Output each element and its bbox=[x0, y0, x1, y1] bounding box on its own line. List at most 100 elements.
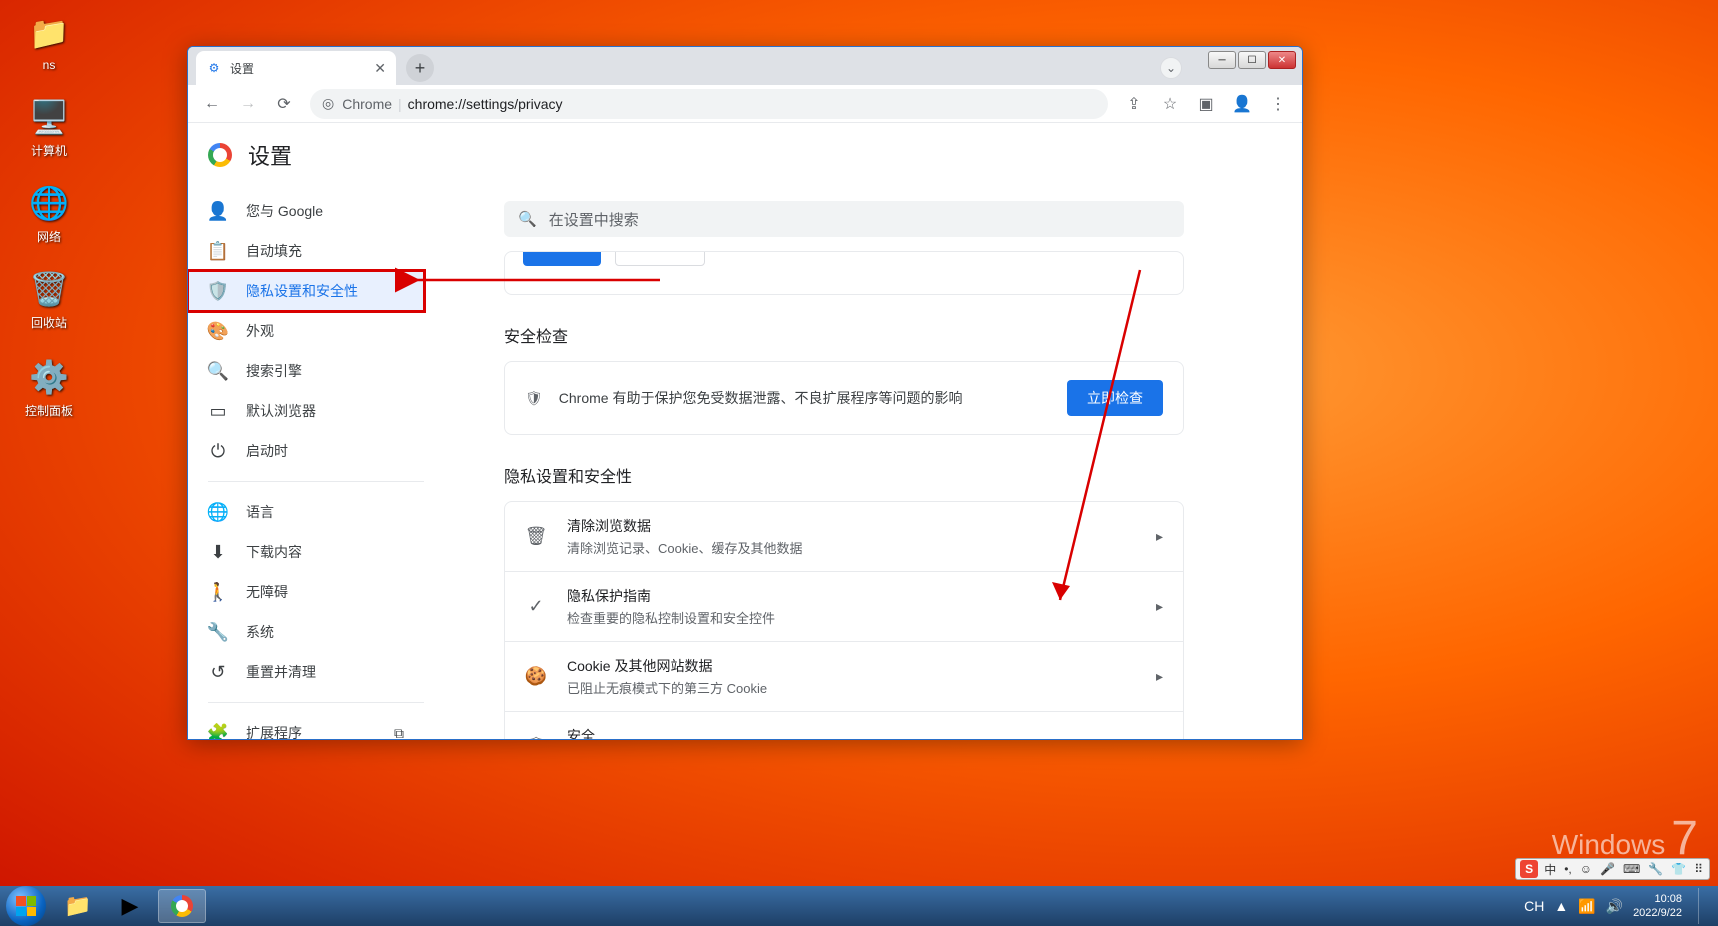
puzzle-icon: 🧩 bbox=[208, 723, 228, 740]
row-privacy-guide[interactable]: ✓隐私保护指南检查重要的隐私控制设置和安全控件▸ bbox=[505, 571, 1183, 641]
forward-button[interactable]: → bbox=[232, 88, 264, 120]
sidebar-item-accessibility[interactable]: 🚶无障碍 bbox=[188, 572, 424, 612]
sidebar-item-default-browser[interactable]: ▭默认浏览器 bbox=[188, 391, 424, 431]
open-external-icon: ⧉ bbox=[394, 725, 404, 740]
section-title-safety: 安全检查 bbox=[504, 323, 1184, 347]
ime-skin-icon[interactable]: 👕 bbox=[1669, 862, 1688, 876]
settings-sidebar: 👤您与 Google 📋自动填充 🛡️隐私设置和安全性 🎨外观 🔍搜索引擎 ▭默… bbox=[188, 187, 444, 739]
sidebar-item-privacy-security[interactable]: 🛡️隐私设置和安全性 bbox=[188, 271, 424, 311]
power-icon: ⏻ bbox=[208, 441, 228, 462]
sidebar-item-system[interactable]: 🔧系统 bbox=[188, 612, 424, 652]
show-desktop-button[interactable] bbox=[1698, 888, 1712, 924]
chevron-right-icon: ▸ bbox=[1156, 598, 1163, 615]
chevron-right-icon: ▸ bbox=[1156, 528, 1163, 545]
desktop-icon-ns[interactable]: 📁ns bbox=[14, 12, 84, 72]
close-button[interactable]: ✕ bbox=[1268, 51, 1296, 69]
ime-lang[interactable]: 中 bbox=[1542, 861, 1558, 878]
tabs-dropdown-button[interactable]: ⌄ bbox=[1160, 57, 1182, 79]
maximize-button[interactable]: ☐ bbox=[1238, 51, 1266, 69]
sogou-icon[interactable]: S bbox=[1520, 860, 1538, 878]
safety-text: Chrome 有助于保护您免受数据泄露、不良扩展程序等问题的影响 bbox=[559, 388, 963, 408]
titlebar: ⚙ 设置 ✕ + ⌄ ─ ☐ ✕ bbox=[188, 47, 1302, 85]
reload-button[interactable]: ⟳ bbox=[268, 88, 300, 120]
chrome-logo-icon bbox=[208, 143, 232, 167]
sidebar-item-you-and-google[interactable]: 👤您与 Google bbox=[188, 191, 424, 231]
check-now-button[interactable]: 立即检查 bbox=[1067, 380, 1163, 416]
section-title-privacy: 隐私设置和安全性 bbox=[504, 463, 1184, 487]
ime-emoji-icon[interactable]: ☺ bbox=[1578, 862, 1594, 876]
ime-tool-icon[interactable]: 🔧 bbox=[1646, 862, 1665, 876]
settings-body: 设置 👤您与 Google 📋自动填充 🛡️隐私设置和安全性 🎨外观 🔍搜索引擎… bbox=[188, 123, 1302, 739]
sidebar-item-reset[interactable]: ↺重置并清理 bbox=[188, 652, 424, 692]
ime-grip-icon[interactable]: ⠿ bbox=[1692, 862, 1705, 876]
tray-lang[interactable]: CH bbox=[1524, 898, 1544, 914]
clipboard-icon: 📋 bbox=[208, 241, 228, 262]
browser-tab[interactable]: ⚙ 设置 ✕ bbox=[196, 51, 396, 85]
row-cookies[interactable]: 🍪Cookie 及其他网站数据已阻止无痕模式下的第三方 Cookie▸ bbox=[505, 641, 1183, 711]
privacy-card: 🗑清除浏览数据清除浏览记录、Cookie、缓存及其他数据▸ ✓隐私保护指南检查重… bbox=[504, 501, 1184, 739]
menu-icon[interactable]: ⋮ bbox=[1262, 88, 1294, 120]
download-icon: ⬇ bbox=[208, 542, 228, 563]
top-card-partial bbox=[504, 251, 1184, 295]
tab-title: 设置 bbox=[230, 60, 254, 77]
desktop-icon-network[interactable]: 🌐网络 bbox=[14, 182, 84, 245]
desktop-icon-control-panel[interactable]: ⚙️控制面板 bbox=[14, 356, 84, 419]
tray-sound-icon[interactable]: 🔊 bbox=[1606, 898, 1623, 915]
sidebar-item-extensions[interactable]: 🧩扩展程序⧉ bbox=[188, 713, 424, 739]
settings-main[interactable]: 🔍 在设置中搜索 安全检查 bbox=[444, 187, 1302, 739]
palette-icon: 🎨 bbox=[208, 321, 228, 342]
minimize-button[interactable]: ─ bbox=[1208, 51, 1236, 69]
sidebar-item-language[interactable]: 🌐语言 bbox=[188, 492, 424, 532]
computer-icon: 🖥️ bbox=[28, 96, 70, 138]
taskbar: 📁 ▶ CH ▲ 📶 🔊 10:082022/9/22 bbox=[0, 886, 1718, 926]
checklist-icon: ✓ bbox=[525, 596, 547, 617]
globe-icon: 🌐 bbox=[208, 502, 228, 523]
sidebar-separator bbox=[208, 702, 424, 703]
wrench-icon: 🔧 bbox=[208, 622, 228, 643]
profile-icon[interactable]: 👤 bbox=[1226, 88, 1258, 120]
chrome-window: ⚙ 设置 ✕ + ⌄ ─ ☐ ✕ ← → ⟳ ◎ Chrome | chrome… bbox=[187, 46, 1303, 740]
window-controls: ─ ☐ ✕ bbox=[1208, 51, 1296, 69]
settings-search-input[interactable]: 🔍 在设置中搜索 bbox=[504, 201, 1184, 237]
person-icon: 👤 bbox=[208, 201, 228, 222]
chevron-right-icon: ▸ bbox=[1156, 738, 1163, 739]
desktop-icon-computer[interactable]: 🖥️计算机 bbox=[14, 96, 84, 159]
ime-toolbar[interactable]: S 中 •, ☺ 🎤 ⌨ 🔧 👕 ⠿ bbox=[1515, 858, 1710, 880]
sidebar-separator bbox=[208, 481, 424, 482]
chevron-right-icon: ▸ bbox=[1156, 668, 1163, 685]
tray-flag-icon[interactable]: ▲ bbox=[1554, 898, 1568, 914]
ime-keyboard-icon[interactable]: ⌨ bbox=[1621, 862, 1642, 876]
taskbar-media-player[interactable]: ▶ bbox=[106, 889, 154, 923]
side-panel-icon[interactable]: ▣ bbox=[1190, 88, 1222, 120]
sidebar-item-on-startup[interactable]: ⏻启动时 bbox=[188, 431, 424, 471]
search-icon: 🔍 bbox=[208, 361, 228, 382]
ime-punct[interactable]: •, bbox=[1562, 862, 1574, 876]
chrome-icon: ◎ bbox=[322, 95, 334, 112]
network-icon: 🌐 bbox=[28, 182, 70, 224]
tab-close-icon[interactable]: ✕ bbox=[374, 60, 386, 77]
sidebar-item-autofill[interactable]: 📋自动填充 bbox=[188, 231, 424, 271]
bookmark-icon[interactable]: ☆ bbox=[1154, 88, 1186, 120]
browser-icon: ▭ bbox=[208, 401, 228, 422]
tray-clock[interactable]: 10:082022/9/22 bbox=[1633, 892, 1682, 920]
sidebar-item-downloads[interactable]: ⬇下载内容 bbox=[188, 532, 424, 572]
new-tab-button[interactable]: + bbox=[406, 54, 434, 82]
settings-header: 设置 bbox=[188, 123, 1302, 187]
shield-check-icon: 🛡 bbox=[525, 390, 543, 407]
share-icon[interactable]: ⇪ bbox=[1118, 88, 1150, 120]
address-bar[interactable]: ◎ Chrome | chrome://settings/privacy bbox=[310, 89, 1108, 119]
taskbar-chrome[interactable] bbox=[158, 889, 206, 923]
row-clear-browsing-data[interactable]: 🗑清除浏览数据清除浏览记录、Cookie、缓存及其他数据▸ bbox=[505, 502, 1183, 571]
back-button[interactable]: ← bbox=[196, 88, 228, 120]
taskbar-explorer[interactable]: 📁 bbox=[54, 889, 102, 923]
folder-icon: 📁 bbox=[28, 12, 70, 54]
sidebar-item-search-engine[interactable]: 🔍搜索引擎 bbox=[188, 351, 424, 391]
sidebar-item-appearance[interactable]: 🎨外观 bbox=[188, 311, 424, 351]
toolbar: ← → ⟳ ◎ Chrome | chrome://settings/priva… bbox=[188, 85, 1302, 123]
ime-voice-icon[interactable]: 🎤 bbox=[1598, 862, 1617, 876]
row-security[interactable]: 🛡安全安全浏览（保护您免受危险网站的侵害）和其他安全设置▸ bbox=[505, 711, 1183, 739]
start-button[interactable] bbox=[6, 886, 46, 926]
recycle-bin-icon: 🗑️ bbox=[28, 268, 70, 310]
tray-network-icon[interactable]: 📶 bbox=[1578, 898, 1595, 915]
desktop-icon-recycle-bin[interactable]: 🗑️回收站 bbox=[14, 268, 84, 331]
